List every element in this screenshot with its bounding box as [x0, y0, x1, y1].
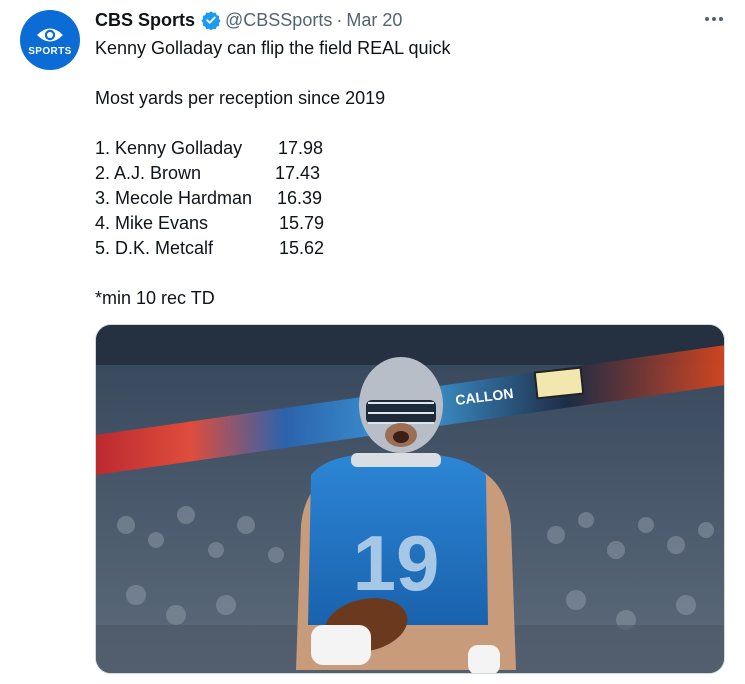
ranking-label: 4. Mike Evans — [95, 213, 209, 233]
ranking-label: 3. Mecole Hardman — [95, 188, 253, 208]
ranking-label: 1. Kenny Golladay — [95, 138, 243, 158]
ranking-row: 3. Mecole Hardman 16.39 — [95, 186, 715, 211]
tweet-date[interactable]: Mar 20 — [346, 10, 402, 31]
tweet-header: CBS Sports @CBSSports · Mar 20 — [95, 8, 402, 32]
ranking-value: 16.39 — [277, 188, 323, 208]
football-celebration-photo: CALLON 19 — [96, 325, 724, 673]
more-options-button[interactable] — [701, 10, 727, 28]
tweet-photo[interactable]: CALLON 19 — [95, 324, 725, 674]
more-dot-icon — [719, 17, 723, 21]
ranking-value: 15.62 — [279, 238, 325, 258]
ranking-label: 2. A.J. Brown — [95, 163, 202, 183]
ranking-value: 17.98 — [278, 138, 324, 158]
account-handle[interactable]: @CBSSports — [225, 10, 332, 31]
tweet-card[interactable]: SPORTS CBS Sports @CBSSports · Mar 20 Ke… — [0, 0, 745, 684]
tweet-text: Kenny Golladay can flip the field REAL q… — [95, 36, 715, 311]
account-avatar[interactable]: SPORTS — [20, 10, 80, 70]
avatar-brand-text: SPORTS — [28, 45, 72, 57]
ranking-row: 1. Kenny Golladay 17.98 — [95, 136, 715, 161]
list-title: Most yards per reception since 2019 — [95, 88, 386, 108]
more-dot-icon — [712, 17, 716, 21]
ranking-row: 2. A.J. Brown 17.43 — [95, 161, 715, 186]
verified-badge-icon — [201, 11, 221, 30]
cbs-eye-icon — [37, 28, 63, 41]
ranking-value: 15.79 — [279, 213, 325, 233]
header-separator: · — [336, 9, 343, 30]
ranking-value: 17.43 — [275, 163, 321, 183]
tweet-footnote: *min 10 rec TD — [95, 288, 215, 308]
ranking-row: 5. D.K. Metcalf 15.62 — [95, 236, 715, 261]
account-name[interactable]: CBS Sports — [95, 10, 195, 31]
tweet-headline: Kenny Golladay can flip the field REAL q… — [95, 38, 451, 58]
more-dot-icon — [705, 17, 709, 21]
jersey-number-text: 19 — [353, 519, 440, 607]
ranking-label: 5. D.K. Metcalf — [95, 238, 214, 258]
ranking-row: 4. Mike Evans 15.79 — [95, 211, 715, 236]
